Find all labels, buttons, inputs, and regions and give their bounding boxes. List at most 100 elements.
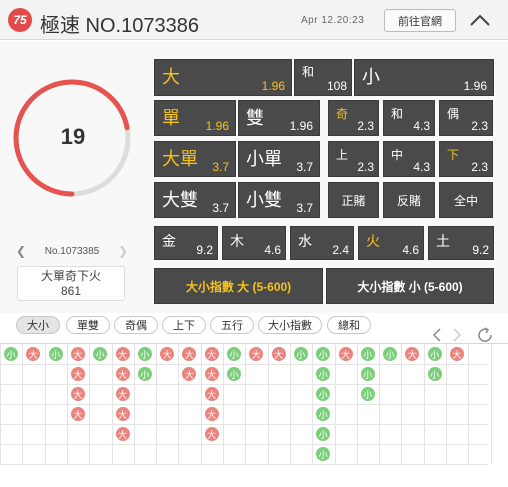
bet-big-odd[interactable]: 大單 3.7 <box>154 141 236 177</box>
bet-big-label: 大 <box>162 67 180 87</box>
chevron-left-icon[interactable] <box>432 328 441 342</box>
bead-small: 小 <box>360 347 375 361</box>
bet-ji-ou-tie[interactable]: 和 4.3 <box>383 100 435 136</box>
bead-big: 大 <box>271 347 286 361</box>
bet-big-odd-odds: 3.7 <box>212 160 229 174</box>
bead-big: 大 <box>405 347 420 361</box>
bet-fire[interactable]: 火 4.6 <box>358 226 424 260</box>
bet-ji-ou-tie-label: 和 <box>391 107 404 121</box>
previous-draw-nav: ❮ No.1073385 ❯ <box>16 242 128 260</box>
bet-small-even-odds: 3.7 <box>296 201 313 215</box>
bet-even-label: 雙 <box>246 108 264 128</box>
bet-ou-label: 偶 <box>447 107 460 121</box>
visit-site-button[interactable]: 前往官網 <box>384 9 456 32</box>
bet-water-odds: 2.4 <box>332 243 349 257</box>
bet-even[interactable]: 雙 1.96 <box>238 100 320 136</box>
bet-small-odd[interactable]: 小單 3.7 <box>238 141 320 177</box>
refresh-icon[interactable] <box>478 327 492 342</box>
previous-result-text: 大單奇下火 <box>40 269 101 283</box>
bet-ji-label: 奇 <box>336 107 349 121</box>
tab-odd-even[interactable]: 單雙 <box>66 316 110 334</box>
bet-wood-odds: 4.6 <box>264 243 281 257</box>
bead-big: 大 <box>115 347 130 361</box>
bet-small-even[interactable]: 小雙 3.7 <box>238 182 320 218</box>
bead-big: 大 <box>204 387 219 401</box>
tab-size-index[interactable]: 大小指數 <box>258 316 322 334</box>
bet-index-small[interactable]: 大小指數 小 (5-600) <box>326 268 494 304</box>
bet-ou-odds: 2.3 <box>471 119 488 133</box>
bet-small-label: 小 <box>362 67 380 87</box>
bet-upper-label: 上 <box>336 148 349 162</box>
bet-small[interactable]: 小 1.96 <box>354 59 494 96</box>
bet-quan-zhong[interactable]: 全中 <box>439 182 493 218</box>
bet-odd-odds: 1.96 <box>205 119 229 133</box>
previous-result: 大單奇下火 861 <box>17 266 125 301</box>
bet-metal[interactable]: 金 9.2 <box>154 226 218 260</box>
bet-earth[interactable]: 土 9.2 <box>428 226 494 260</box>
chevron-right-icon[interactable] <box>453 328 462 342</box>
bet-odd-label: 單 <box>162 108 180 128</box>
bead-big: 大 <box>182 347 197 361</box>
bet-index-big[interactable]: 大小指數 大 (5-600) <box>154 268 323 304</box>
bead-big: 大 <box>115 427 130 441</box>
bet-tie[interactable]: 和 108 <box>294 59 352 96</box>
bead-big: 大 <box>115 387 130 401</box>
header-bar: 75 極速 NO.1073386 Apr 12.20:23 前往官網 <box>0 0 508 40</box>
bet-upper[interactable]: 上 2.3 <box>328 141 379 177</box>
bead-big: 大 <box>204 367 219 381</box>
bead-small: 小 <box>137 347 152 361</box>
bead-small: 小 <box>316 347 331 361</box>
bead-small: 小 <box>293 347 308 361</box>
previous-draw-number: No.1073385 <box>44 245 100 257</box>
bead-big: 大 <box>70 367 85 381</box>
tab-five-elements[interactable]: 五行 <box>210 316 254 334</box>
bead-small: 小 <box>316 367 331 381</box>
bet-ji-odds: 2.3 <box>357 119 374 133</box>
bead-small: 小 <box>427 347 442 361</box>
tab-sum[interactable]: 總和 <box>327 316 371 334</box>
bead-big: 大 <box>450 347 464 361</box>
bet-small-odd-odds: 3.7 <box>296 160 313 174</box>
bet-wood[interactable]: 木 4.6 <box>222 226 286 260</box>
bet-big-even[interactable]: 大雙 3.7 <box>154 182 236 218</box>
bead-big: 大 <box>115 407 130 421</box>
bead-big: 大 <box>70 387 85 401</box>
bead-small: 小 <box>48 347 63 361</box>
bet-middle[interactable]: 中 4.3 <box>383 141 435 177</box>
bet-zheng-du[interactable]: 正賭 <box>328 182 379 218</box>
bead-big: 大 <box>338 347 353 361</box>
bet-big[interactable]: 大 1.96 <box>154 59 292 96</box>
bet-ji[interactable]: 奇 2.3 <box>328 100 379 136</box>
chevron-up-icon[interactable] <box>468 10 492 30</box>
bead-small: 小 <box>316 447 331 461</box>
bead-small: 小 <box>360 387 375 401</box>
bet-lower[interactable]: 下 2.3 <box>439 141 493 177</box>
logo: 75 <box>8 8 32 32</box>
tab-ji-ou[interactable]: 奇偶 <box>114 316 158 334</box>
chevron-right-icon[interactable]: ❯ <box>118 244 128 258</box>
grid-row-line <box>0 384 488 385</box>
grid-row-line <box>0 444 488 445</box>
grid-col-line <box>490 344 492 464</box>
trend-grid: 小大小大大大大小大大大大大小小大大大大大大大大小小大大小小小小小小小大小小小小大… <box>0 343 508 487</box>
betting-panel: 19 ❮ No.1073385 ❯ 大單奇下火 861 大 1.96 和 108… <box>0 41 508 313</box>
bead-big: 大 <box>70 347 85 361</box>
bead-small: 小 <box>316 387 331 401</box>
tab-big-small[interactable]: 大小 <box>16 316 60 334</box>
bet-small-odd-label: 小單 <box>246 149 282 169</box>
bead-small: 小 <box>316 427 331 441</box>
tab-upper-lower[interactable]: 上下 <box>162 316 206 334</box>
bet-odd[interactable]: 單 1.96 <box>154 100 236 136</box>
bet-ou[interactable]: 偶 2.3 <box>439 100 493 136</box>
chevron-left-icon[interactable]: ❮ <box>16 244 26 258</box>
bet-upper-odds: 2.3 <box>357 160 374 174</box>
bet-earth-odds: 9.2 <box>472 243 489 257</box>
bead-big: 大 <box>70 407 85 421</box>
bet-tie-label: 和 <box>302 65 315 79</box>
bet-small-odds: 1.96 <box>463 79 487 93</box>
bet-water[interactable]: 水 2.4 <box>290 226 354 260</box>
bead-small: 小 <box>93 347 108 361</box>
countdown-value: 19 <box>60 124 86 149</box>
grid-row-line <box>0 364 488 365</box>
bet-fan-du[interactable]: 反賭 <box>383 182 435 218</box>
